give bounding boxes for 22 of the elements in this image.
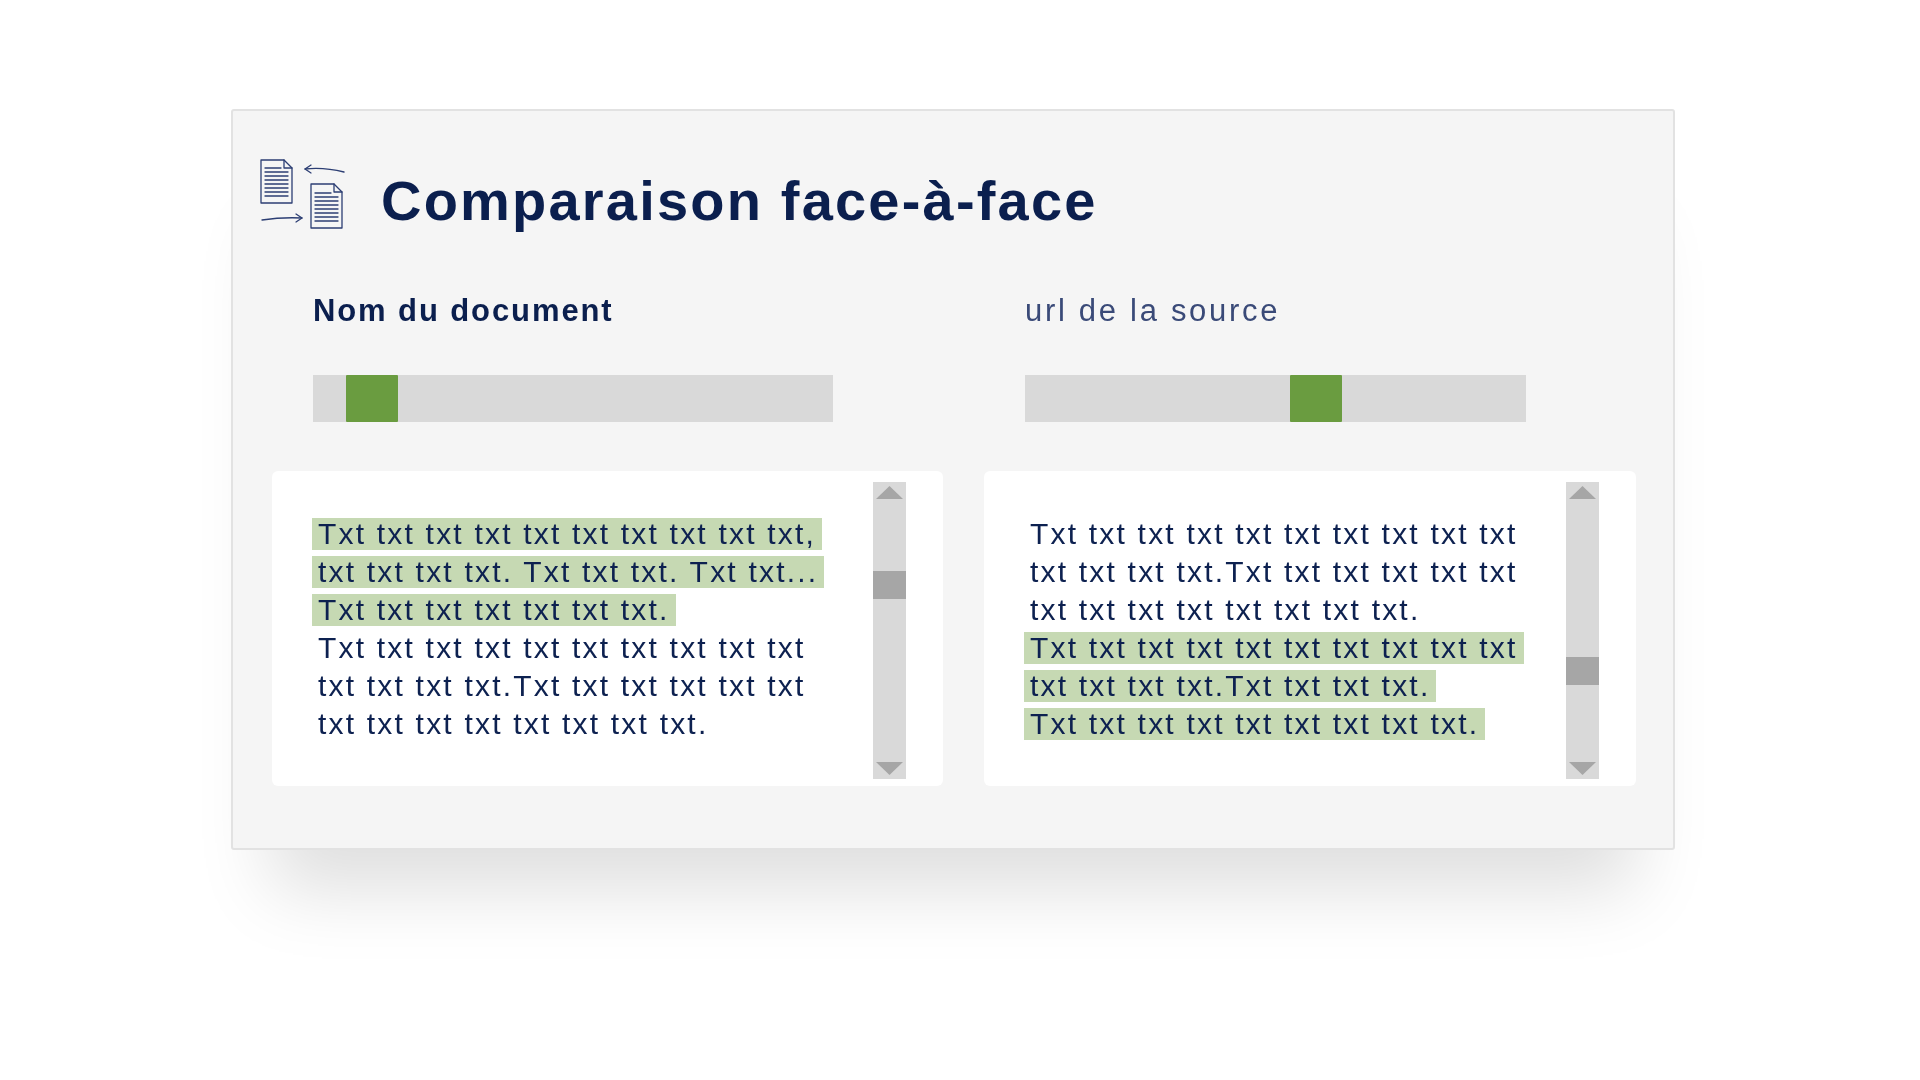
documents-compare-icon: [260, 159, 346, 229]
page-title: Comparaison face-à-face: [381, 168, 1098, 234]
scroll-down-icon[interactable]: [876, 762, 903, 775]
text-line: txt txt txt txt.Txt txt txt txt txt txt: [1029, 556, 1519, 588]
column-label: Nom du document: [313, 293, 615, 329]
text-line: txt txt txt txt.Txt txt txt txt txt txt: [317, 670, 807, 702]
column-label: url de la source: [1025, 293, 1282, 329]
scroll-down-icon[interactable]: [1569, 762, 1596, 775]
scroll-up-icon[interactable]: [1569, 486, 1596, 499]
slider-thumb[interactable]: [1289, 375, 1342, 422]
scrollbar-thumb[interactable]: [873, 571, 906, 599]
scrollbar[interactable]: [873, 482, 906, 779]
slider-track[interactable]: [1025, 375, 1526, 422]
scrollbar-thumb[interactable]: [1566, 657, 1599, 685]
slider-track[interactable]: [313, 375, 833, 422]
scrollbar[interactable]: [1566, 482, 1599, 779]
text-line: Txt txt txt txt txt txt txt txt txt txt: [1029, 518, 1519, 550]
scroll-up-icon[interactable]: [876, 486, 903, 499]
text-line: txt txt txt txt txt txt txt txt.: [317, 708, 710, 740]
text-line: Txt txt txt txt txt txt txt txt txt txt: [317, 632, 807, 664]
text-line: txt txt txt txt txt txt txt txt.: [1029, 594, 1422, 626]
slider-thumb[interactable]: [345, 375, 398, 422]
